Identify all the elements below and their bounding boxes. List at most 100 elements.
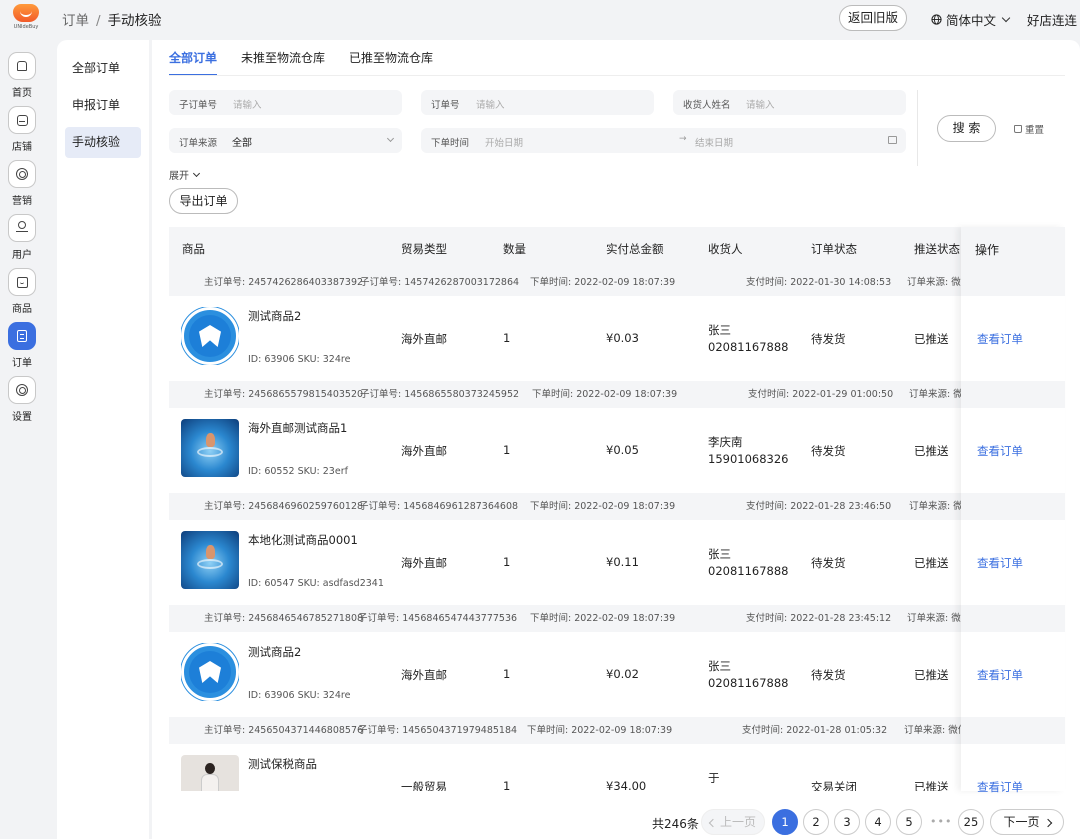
language-selector[interactable]: 简体中文: [931, 10, 1011, 29]
actions-meta-bg: [961, 493, 1065, 520]
main-order-number: 主订单号: 2456865579815403520: [204, 389, 364, 400]
chevron-right-icon: [1043, 818, 1052, 828]
quantity: 1: [503, 555, 511, 569]
page-button-3[interactable]: 3: [834, 809, 860, 835]
rail-item-orders[interactable]: 订单: [0, 322, 46, 372]
subnav-item-manual-verification[interactable]: 手动核验: [65, 127, 141, 158]
trade-type: 一般贸易: [401, 780, 447, 791]
order-created-time: 下单时间: 2022-02-09 18:07:39: [530, 613, 676, 624]
receiver-name: 张三: [708, 659, 731, 673]
store-selector[interactable]: 好店连连: [1027, 10, 1080, 29]
product-name: 海外直邮测试商品1: [248, 421, 348, 435]
order-source: 订单来源: 微信: [907, 277, 961, 288]
product-ids: ID: 60547 SKU: asdfasd2341: [248, 578, 384, 589]
chevron-left-icon: [708, 818, 718, 828]
column-header-amount: 实付总金额: [606, 242, 664, 256]
expand-filters-toggle[interactable]: 展开: [169, 167, 201, 182]
order-number-field[interactable]: 订单号 请输入: [421, 90, 654, 115]
reset-button[interactable]: 重置: [1014, 122, 1044, 136]
subnav-item-declared-orders[interactable]: 申报订单: [65, 90, 141, 121]
column-header-push-status: 推送状态: [914, 242, 960, 256]
tab-not-pushed[interactable]: 未推至物流仓库: [241, 50, 325, 76]
subnav-item-all-orders[interactable]: 全部订单: [65, 53, 141, 84]
amount: ¥0.05: [606, 443, 639, 457]
pagination-ellipsis[interactable]: •••: [930, 815, 952, 828]
rail-item-users[interactable]: 用户: [0, 214, 46, 264]
product-name: 本地化测试商品0001: [248, 533, 358, 547]
tab-pushed[interactable]: 已推至物流仓库: [349, 50, 433, 76]
product-thumbnail[interactable]: [181, 419, 239, 477]
store-label: 好店连连: [1027, 13, 1078, 28]
view-order-link[interactable]: 查看订单: [977, 555, 1023, 571]
page-button-5[interactable]: 5: [896, 809, 922, 835]
tab-all-orders[interactable]: 全部订单: [169, 50, 218, 76]
receiver-name: 于: [708, 771, 720, 785]
receiver-name-input[interactable]: 请输入: [746, 97, 775, 111]
main-panel: 全部订单 未推至物流仓库 已推至物流仓库 子订单号 请输入 订单号 请输入 收货…: [152, 40, 1080, 839]
page-button-last[interactable]: 25: [958, 809, 984, 835]
trade-type: 海外直邮: [401, 668, 447, 682]
app-logo[interactable]: UNIdeBuy: [11, 3, 41, 33]
return-old-version-button[interactable]: 返回旧版: [839, 5, 907, 31]
receiver-name-field[interactable]: 收货人姓名 请输入: [673, 90, 906, 115]
product-thumbnail[interactable]: [181, 643, 239, 701]
search-button[interactable]: 搜 索: [937, 115, 996, 142]
order-number-input[interactable]: 请输入: [476, 97, 505, 111]
order-created-time: 下单时间: 2022-02-09 18:07:39: [527, 725, 673, 736]
order-paid-time: 支付时间: 2022-01-29 01:00:50: [748, 389, 894, 400]
view-order-link[interactable]: 查看订单: [977, 443, 1023, 459]
prev-page-button[interactable]: 上一页: [701, 809, 765, 835]
product-ids: ID: 63906 SKU: 324re: [248, 354, 351, 365]
breadcrumb-orders[interactable]: 订单: [62, 13, 89, 29]
rail-item-marketing[interactable]: 营销: [0, 160, 46, 210]
page-button-1[interactable]: 1: [772, 809, 798, 835]
rail-item-store[interactable]: 店铺: [0, 106, 46, 156]
quantity: 1: [503, 443, 511, 457]
order-status: 待发货: [811, 668, 846, 682]
product-thumbnail[interactable]: [181, 755, 239, 791]
rail-item-home[interactable]: 首页: [0, 52, 46, 102]
language-label: 简体中文: [946, 13, 997, 28]
product-name: 测试商品2: [248, 309, 302, 323]
receiver: 张三 02081167888: [708, 658, 788, 692]
product-thumbnail[interactable]: [181, 531, 239, 589]
end-date-input[interactable]: 结束日期: [695, 135, 733, 149]
rail-label: 首页: [12, 88, 32, 99]
rail-label: 用户: [12, 250, 32, 261]
order-meta-row: 主订单号: 2456504371446808576 子订单号: 14565043…: [169, 717, 961, 744]
rail-item-products[interactable]: 商品: [0, 268, 46, 318]
column-header-trade-type: 贸易类型: [401, 242, 447, 256]
view-order-link[interactable]: 查看订单: [977, 779, 1023, 795]
quantity: 1: [503, 667, 511, 681]
rail-label: 商品: [12, 304, 32, 315]
order-meta-row: 主订单号: 2456846546785271808 子订单号: 14568465…: [169, 605, 961, 632]
table-row: 海外直邮测试商品1 ID: 60552 SKU: 23erf 海外直邮 1 ¥0…: [169, 408, 961, 493]
page-button-2[interactable]: 2: [803, 809, 829, 835]
store-icon: [8, 106, 36, 134]
secondary-nav: 全部订单 申报订单 手动核验: [57, 40, 149, 839]
start-date-input[interactable]: 开始日期: [485, 135, 523, 149]
actions-meta-bg: [961, 605, 1065, 632]
settings-icon: [8, 376, 36, 404]
sub-order-number: 子订单号: 1456846961287364608: [359, 501, 519, 512]
view-order-link[interactable]: 查看订单: [977, 667, 1023, 683]
sub-order-field[interactable]: 子订单号 请输入: [169, 90, 402, 115]
order-time-range[interactable]: 下单时间 开始日期 → 结束日期: [421, 128, 906, 153]
order-source-select[interactable]: 订单来源 全部: [169, 128, 402, 153]
trade-type: 海外直邮: [401, 332, 447, 346]
order-source: 订单来源: 微信: [907, 613, 961, 624]
sub-order-input[interactable]: 请输入: [233, 97, 262, 111]
view-order-link[interactable]: 查看订单: [977, 331, 1023, 347]
expand-label: 展开: [169, 171, 189, 182]
rail-label: 店铺: [12, 142, 32, 153]
next-page-button[interactable]: 下一页: [990, 809, 1064, 835]
product-thumbnail[interactable]: [181, 307, 239, 365]
globe-icon: [931, 14, 942, 25]
page-button-4[interactable]: 4: [865, 809, 891, 835]
sub-order-number: 子订单号: 1457426287003172864: [360, 277, 520, 288]
receiver-name-label: 收货人姓名: [683, 100, 731, 111]
receiver-name: 李庆南: [708, 435, 743, 449]
rail-item-settings[interactable]: 设置: [0, 376, 46, 426]
order-created-time: 下单时间: 2022-02-09 18:07:39: [532, 389, 678, 400]
export-orders-button[interactable]: 导出订单: [169, 188, 238, 214]
